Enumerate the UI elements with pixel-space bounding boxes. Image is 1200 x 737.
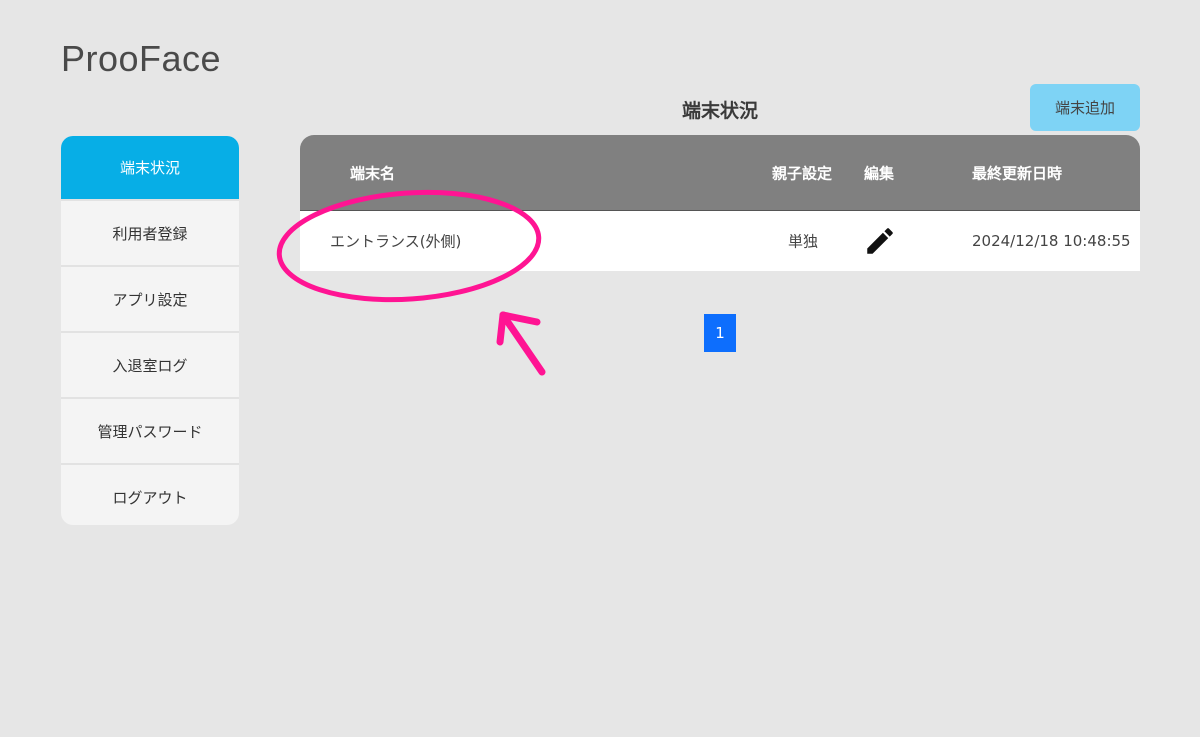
sidebar-item-device-status[interactable]: 端末状況 [61, 136, 239, 201]
table-row: エントランス(外側) 単独 2024/12/18 10:48:55 [300, 211, 1140, 271]
column-header-device-name: 端末名 [350, 164, 396, 182]
app-title: ProoFace [61, 38, 222, 79]
pagination-page-1[interactable]: 1 [704, 314, 736, 352]
add-device-button[interactable]: 端末追加 [1030, 84, 1140, 131]
sidebar: 端末状況 利用者登録 アプリ設定 入退室ログ 管理パスワード ログアウト [61, 136, 239, 525]
pencil-icon[interactable] [863, 224, 897, 258]
arrow-icon [496, 311, 546, 376]
device-table: 端末名 親子設定 編集 最終更新日時 エントランス(外側) 単独 2024/12… [300, 135, 1140, 271]
device-name-cell: エントランス(外側) [330, 232, 462, 251]
sidebar-item-admin-password[interactable]: 管理パスワード [61, 399, 239, 465]
sidebar-item-logout[interactable]: ログアウト [61, 465, 239, 525]
page-title: 端末状況 [681, 100, 758, 122]
parent-setting-cell: 単独 [788, 232, 819, 251]
table-header: 端末名 親子設定 編集 最終更新日時 [300, 135, 1140, 211]
last-updated-cell: 2024/12/18 10:48:55 [972, 232, 1131, 250]
column-header-edit: 編集 [864, 164, 895, 182]
sidebar-item-app-settings[interactable]: アプリ設定 [61, 267, 239, 333]
column-header-last-updated: 最終更新日時 [972, 164, 1063, 182]
sidebar-item-user-registration[interactable]: 利用者登録 [61, 201, 239, 267]
column-header-parent-setting: 親子設定 [772, 164, 833, 182]
sidebar-item-entry-exit-log[interactable]: 入退室ログ [61, 333, 239, 399]
